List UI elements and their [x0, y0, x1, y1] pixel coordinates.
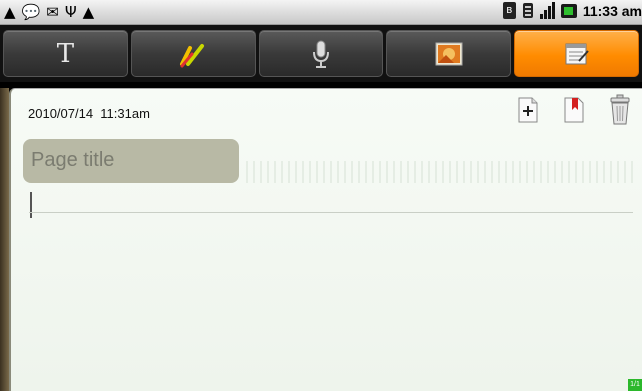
tab-text[interactable]: T — [3, 30, 128, 77]
delete-button[interactable] — [607, 94, 633, 126]
note-edit-icon — [565, 43, 589, 64]
microphone-icon — [312, 40, 329, 68]
warning-icon: ▲ — [4, 3, 16, 21]
status-bar: ▲ 💬 ✉ Ψ ▲ ʙ 11:33 am — [0, 0, 642, 25]
system-icons: ʙ 11:33 am — [502, 2, 642, 19]
note-page: 2010/07/14 11:31am Page title 1/1 — [9, 88, 642, 391]
bookmark-button[interactable] — [561, 94, 587, 126]
text-cursor — [30, 192, 32, 218]
page-indicator: 1/1 — [628, 379, 642, 391]
faded-text-background — [246, 161, 636, 183]
warning-icon: ▲ — [82, 3, 95, 21]
tab-voice[interactable] — [258, 30, 384, 77]
text-icon: T — [56, 38, 75, 69]
note-actions — [515, 94, 633, 126]
notification-icons: ▲ 💬 ✉ Ψ ▲ — [4, 3, 94, 21]
bluetooth-icon: ʙ — [502, 2, 516, 19]
tab-note[interactable] — [514, 30, 639, 77]
mode-toolbar: T — [0, 25, 642, 82]
wifi-icon — [522, 3, 533, 18]
bookmark-icon — [564, 97, 584, 123]
tab-draw[interactable] — [130, 30, 256, 77]
clock: 11:33 am — [582, 2, 642, 19]
pen-icon — [180, 43, 205, 67]
note-body-line[interactable] — [29, 212, 633, 213]
add-page-icon — [518, 97, 538, 123]
panel-edge — [0, 88, 9, 391]
trash-icon — [610, 94, 630, 125]
note-timestamp: 2010/07/14 11:31am — [28, 106, 150, 121]
tab-image[interactable] — [386, 30, 512, 77]
page-title-placeholder: Page title — [31, 149, 115, 171]
mail-icon: ✉ — [46, 3, 59, 21]
usb-icon: Ψ — [64, 3, 77, 21]
chat-icon: 💬 — [21, 3, 41, 21]
add-page-button[interactable] — [515, 94, 541, 126]
signal-icon — [539, 2, 555, 19]
picture-icon — [435, 42, 463, 65]
battery-icon — [560, 3, 577, 18]
